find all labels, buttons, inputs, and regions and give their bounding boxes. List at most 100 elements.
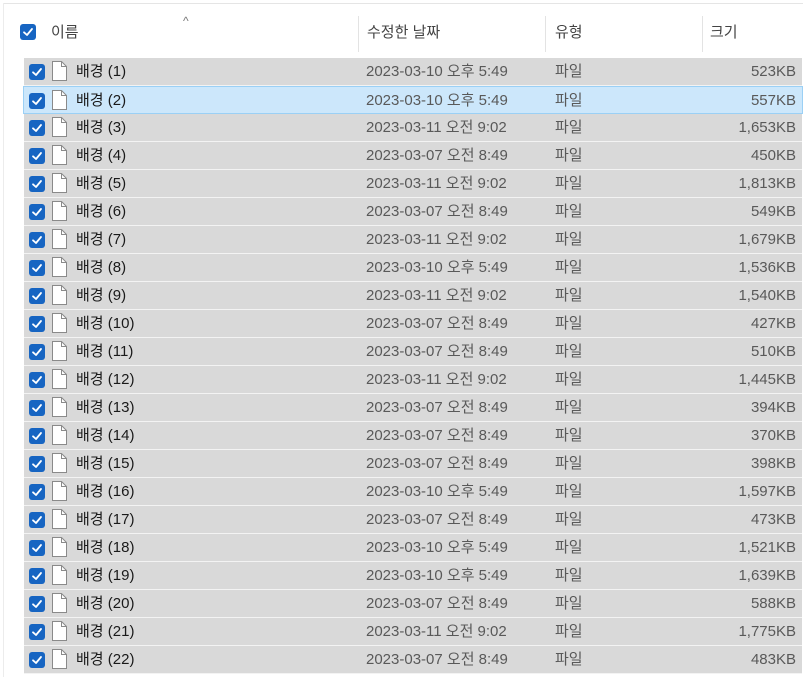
file-row[interactable]: 배경 (11) 2023-03-07 오전 8:49 파일 510KB [24, 338, 802, 366]
checkbox-checked-icon[interactable] [29, 484, 45, 500]
file-row[interactable]: 배경 (6) 2023-03-07 오전 8:49 파일 549KB [24, 198, 802, 226]
checkbox-checked-icon[interactable] [29, 232, 45, 248]
file-row[interactable]: 배경 (22) 2023-03-07 오전 8:49 파일 483KB [24, 646, 802, 674]
file-icon [51, 453, 67, 473]
file-type: 파일 [555, 315, 583, 332]
file-name[interactable]: 배경 (6) [76, 198, 126, 226]
file-row[interactable]: 배경 (13) 2023-03-07 오전 8:49 파일 394KB [24, 394, 802, 422]
checkbox-checked-icon[interactable] [29, 148, 45, 164]
file-row[interactable]: 배경 (20) 2023-03-07 오전 8:49 파일 588KB [24, 590, 802, 618]
file-date: 2023-03-07 오전 8:49 [366, 595, 508, 612]
file-date: 2023-03-11 오전 9:02 [366, 287, 507, 304]
file-row[interactable]: 배경 (5) 2023-03-11 오전 9:02 파일 1,813KB [24, 170, 802, 198]
file-date: 2023-03-10 오후 5:49 [366, 567, 508, 584]
file-row[interactable]: 배경 (17) 2023-03-07 오전 8:49 파일 473KB [24, 506, 802, 534]
column-divider[interactable] [545, 16, 546, 52]
column-type[interactable]: 유형 [555, 4, 700, 59]
checkbox-checked-icon[interactable] [29, 344, 45, 360]
file-name[interactable]: 배경 (5) [76, 170, 126, 198]
checkbox-checked-icon[interactable] [29, 260, 45, 276]
file-name[interactable]: 배경 (8) [76, 254, 126, 282]
file-name[interactable]: 배경 (18) [76, 534, 134, 562]
file-row[interactable]: 배경 (8) 2023-03-10 오후 5:49 파일 1,536KB [24, 254, 802, 282]
file-size: 549KB [750, 203, 796, 220]
select-all-checkbox[interactable] [20, 23, 36, 40]
file-icon [51, 90, 67, 110]
checkbox-checked-icon[interactable] [29, 596, 45, 612]
file-size: 1,679KB [738, 231, 796, 248]
file-icon [51, 117, 67, 137]
file-name[interactable]: 배경 (3) [76, 114, 126, 142]
checkbox-checked-icon[interactable] [29, 624, 45, 640]
file-name[interactable]: 배경 (17) [76, 506, 134, 534]
file-name[interactable]: 배경 (15) [76, 450, 134, 478]
file-name[interactable]: 배경 (2) [76, 87, 126, 115]
file-list: 배경 (1) 2023-03-10 오후 5:49 파일 523KB 배경 (2) 202… [23, 58, 803, 674]
file-type: 파일 [555, 427, 583, 444]
file-name[interactable]: 배경 (14) [76, 422, 134, 450]
checkbox-checked-icon[interactable] [29, 372, 45, 388]
file-row[interactable]: 배경 (3) 2023-03-11 오전 9:02 파일 1,653KB [24, 114, 802, 142]
checkbox-checked-icon[interactable] [29, 428, 45, 444]
file-name[interactable]: 배경 (19) [76, 562, 134, 590]
file-type: 파일 [555, 287, 583, 304]
file-icon [51, 537, 67, 557]
checkbox-checked-icon[interactable] [29, 176, 45, 192]
file-name[interactable]: 배경 (22) [76, 646, 134, 674]
file-size: 557KB [750, 92, 796, 109]
file-row[interactable]: 배경 (9) 2023-03-11 오전 9:02 파일 1,540KB [24, 282, 802, 310]
file-name[interactable]: 배경 (13) [76, 394, 134, 422]
checkbox-checked-icon[interactable] [29, 64, 45, 80]
checkbox-checked-icon[interactable] [29, 204, 45, 220]
file-icon [51, 341, 67, 361]
left-border [3, 3, 4, 677]
file-row[interactable]: 배경 (10) 2023-03-07 오전 8:49 파일 427KB [24, 310, 802, 338]
checkbox-checked-icon[interactable] [29, 93, 45, 109]
file-row[interactable]: 배경 (4) 2023-03-07 오전 8:49 파일 450KB [24, 142, 802, 170]
checkbox-checked-icon[interactable] [29, 288, 45, 304]
file-name[interactable]: 배경 (11) [76, 338, 133, 366]
file-size: 394KB [750, 399, 796, 416]
checkbox-checked-icon[interactable] [29, 456, 45, 472]
checkbox-checked-icon[interactable] [29, 400, 45, 416]
column-divider[interactable] [702, 16, 703, 52]
file-name[interactable]: 배경 (7) [76, 226, 126, 254]
file-name[interactable]: 배경 (20) [76, 590, 134, 618]
checkbox-checked-icon[interactable] [29, 540, 45, 556]
file-row[interactable]: 배경 (1) 2023-03-10 오후 5:49 파일 523KB [24, 58, 802, 86]
checkbox-checked-icon[interactable] [29, 652, 45, 668]
column-divider[interactable] [358, 16, 359, 52]
checkbox-checked-icon[interactable] [29, 120, 45, 136]
column-name[interactable]: 이름 [20, 4, 355, 59]
file-name[interactable]: 배경 (10) [76, 310, 134, 338]
file-row[interactable]: 배경 (2) 2023-03-10 오후 5:49 파일 557KB [23, 86, 803, 114]
file-size: 1,639KB [738, 567, 796, 584]
file-name[interactable]: 배경 (1) [76, 58, 126, 86]
checkbox-checked-icon[interactable] [29, 568, 45, 584]
file-size: 483KB [750, 651, 796, 668]
file-size: 1,597KB [738, 483, 796, 500]
checkbox-checked-icon[interactable] [29, 512, 45, 528]
file-row[interactable]: 배경 (14) 2023-03-07 오전 8:49 파일 370KB [24, 422, 802, 450]
file-name[interactable]: 배경 (12) [76, 366, 134, 394]
column-date[interactable]: 수정한 날짜 [367, 4, 542, 59]
file-icon [51, 285, 67, 305]
file-size: 427KB [750, 315, 796, 332]
file-name[interactable]: 배경 (21) [76, 618, 134, 646]
file-row[interactable]: 배경 (18) 2023-03-10 오후 5:49 파일 1,521KB [24, 534, 802, 562]
file-icon [51, 369, 67, 389]
file-name[interactable]: 배경 (9) [76, 282, 126, 310]
file-icon [51, 201, 67, 221]
file-row[interactable]: 배경 (7) 2023-03-11 오전 9:02 파일 1,679KB [24, 226, 802, 254]
file-row[interactable]: 배경 (16) 2023-03-10 오후 5:49 파일 1,597KB [24, 478, 802, 506]
checkbox-checked-icon[interactable] [29, 316, 45, 332]
file-type: 파일 [555, 595, 583, 612]
file-row[interactable]: 배경 (19) 2023-03-10 오후 5:49 파일 1,639KB [24, 562, 802, 590]
file-row[interactable]: 배경 (12) 2023-03-11 오전 9:02 파일 1,445KB [24, 366, 802, 394]
file-row[interactable]: 배경 (21) 2023-03-11 오전 9:02 파일 1,775KB [24, 618, 802, 646]
column-size[interactable]: 크기 [710, 4, 800, 59]
file-icon [51, 397, 67, 417]
file-name[interactable]: 배경 (16) [76, 478, 134, 506]
file-row[interactable]: 배경 (15) 2023-03-07 오전 8:49 파일 398KB [24, 450, 802, 478]
file-name[interactable]: 배경 (4) [76, 142, 126, 170]
